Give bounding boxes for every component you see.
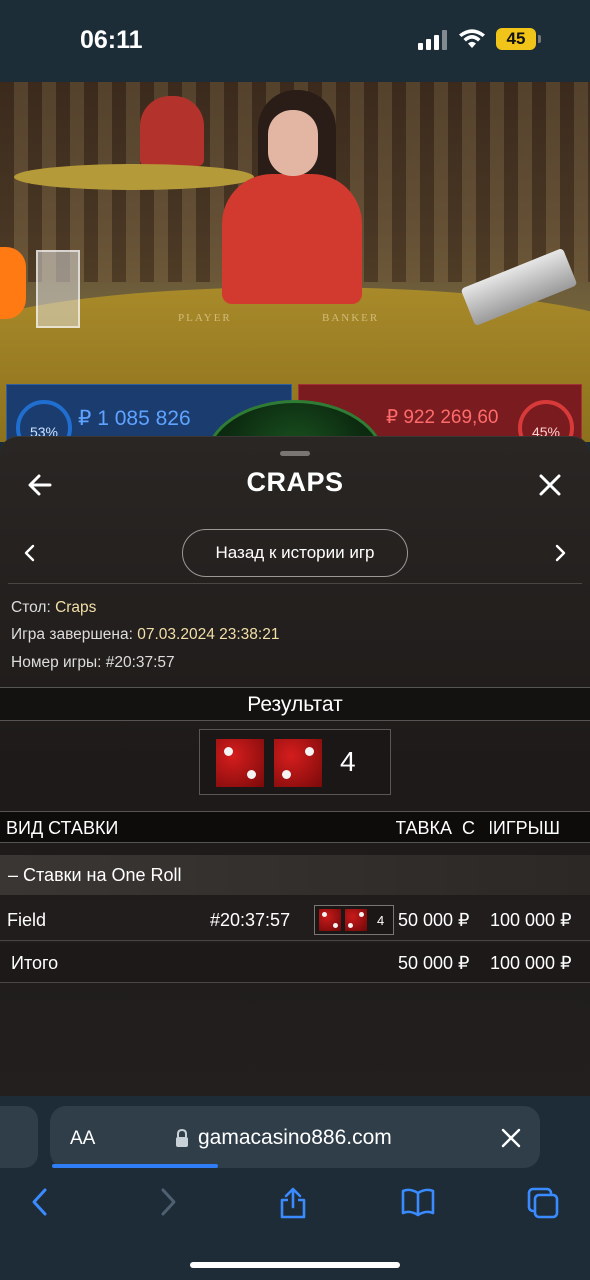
status-bar: 06:11 45 xyxy=(0,0,590,82)
status-time: 06:11 xyxy=(80,26,143,54)
table-value: Craps xyxy=(55,599,97,616)
table-info: Стол: Craps xyxy=(11,599,96,617)
mini-dice-sum: 4 xyxy=(377,913,385,928)
total-stake: 50 000 ₽ xyxy=(398,953,470,973)
reader-settings-button[interactable]: AA xyxy=(70,1128,95,1150)
column-separator: С xyxy=(462,818,475,838)
bet-name: Field xyxy=(7,910,47,930)
close-tab-icon[interactable] xyxy=(500,1127,522,1149)
total-win: 100 000 ₽ xyxy=(490,953,572,973)
player-area-label: PLAYER xyxy=(178,312,232,324)
finished-info: Игра завершена: 07.03.2024 23:38:21 xyxy=(11,626,279,644)
previous-tab-preview[interactable] xyxy=(0,1106,38,1168)
share-icon[interactable] xyxy=(278,1186,308,1220)
page-load-progress xyxy=(52,1164,218,1168)
game-number-info: Номер игры: #20:37:57 xyxy=(11,654,175,672)
result-sum: 4 xyxy=(340,746,356,777)
wifi-icon xyxy=(459,29,485,48)
mini-die-2 xyxy=(345,909,367,931)
bet-dice-result: 4 xyxy=(314,905,394,935)
die-1 xyxy=(216,739,264,787)
game-number-value: #20:37:57 xyxy=(105,654,175,671)
banker-amount: ₽ 922 269,60 xyxy=(386,407,499,428)
url-text[interactable]: gamacasino886.com xyxy=(198,1126,392,1150)
table-row: Field #20:37:57 4 50 000 ₽ 100 000 ₽ xyxy=(0,899,590,941)
browser-toolbar: AA gamacasino886.com xyxy=(0,1096,590,1280)
column-stake: СТАВКА xyxy=(396,818,452,838)
divider xyxy=(8,583,582,584)
close-icon[interactable] xyxy=(534,469,566,501)
mini-die-1 xyxy=(319,909,341,931)
column-win: ВЫИГРЫШ xyxy=(490,818,560,838)
bet-group-one-roll[interactable]: – Ставки на One Roll xyxy=(0,855,590,895)
table-label: Стол: xyxy=(11,599,51,616)
game-history-sheet: CRAPS Назад к истории игр Стол: Craps Иг… xyxy=(0,436,590,1098)
next-game-icon[interactable] xyxy=(548,541,572,565)
previous-game-icon[interactable] xyxy=(18,541,42,565)
forward-icon[interactable] xyxy=(156,1186,180,1218)
back-to-history-button[interactable]: Назад к истории игр xyxy=(182,529,408,577)
battery-tip xyxy=(538,35,541,43)
bet-game-number: #20:37:57 xyxy=(210,910,291,930)
column-bet-type: ВИД СТАВКИ xyxy=(6,818,119,838)
finished-value: 07.03.2024 23:38:21 xyxy=(137,626,280,643)
tabs-icon[interactable] xyxy=(526,1186,560,1220)
result-dice-box: 4 xyxy=(199,729,391,795)
home-indicator[interactable] xyxy=(190,1262,400,1268)
back-icon[interactable] xyxy=(28,1186,52,1218)
sheet-title: CRAPS xyxy=(246,467,344,497)
bets-table-header: ВИД СТАВКИ СТАВКА С ВЫИГРЫШ xyxy=(0,811,590,843)
bet-stake: 50 000 ₽ xyxy=(398,910,470,930)
dealer-body xyxy=(222,174,362,304)
total-row: Итого 50 000 ₽ 100 000 ₽ xyxy=(0,943,590,983)
dealer-face xyxy=(268,110,318,176)
background-dealer xyxy=(140,96,204,166)
game-number-label: Номер игры: xyxy=(11,654,102,671)
banker-area-label: BANKER xyxy=(322,312,380,324)
side-menu-tab[interactable] xyxy=(0,247,26,319)
battery-level: 45 xyxy=(496,28,536,50)
total-label: Итого xyxy=(11,953,59,973)
discard-tray xyxy=(36,250,80,328)
die-2 xyxy=(274,739,322,787)
lock-icon xyxy=(176,1128,188,1147)
result-heading: Результат xyxy=(0,687,590,721)
bet-group-label: – Ставки на One Roll xyxy=(8,865,182,885)
bet-win: 100 000 ₽ xyxy=(490,910,572,930)
bookmarks-icon[interactable] xyxy=(400,1186,436,1218)
cellular-signal-icon xyxy=(418,30,448,50)
sheet-grabber[interactable] xyxy=(280,451,310,456)
background-table xyxy=(14,164,254,190)
finished-label: Игра завершена: xyxy=(11,626,133,643)
player-amount: ₽ 1 085 826 xyxy=(78,407,191,430)
